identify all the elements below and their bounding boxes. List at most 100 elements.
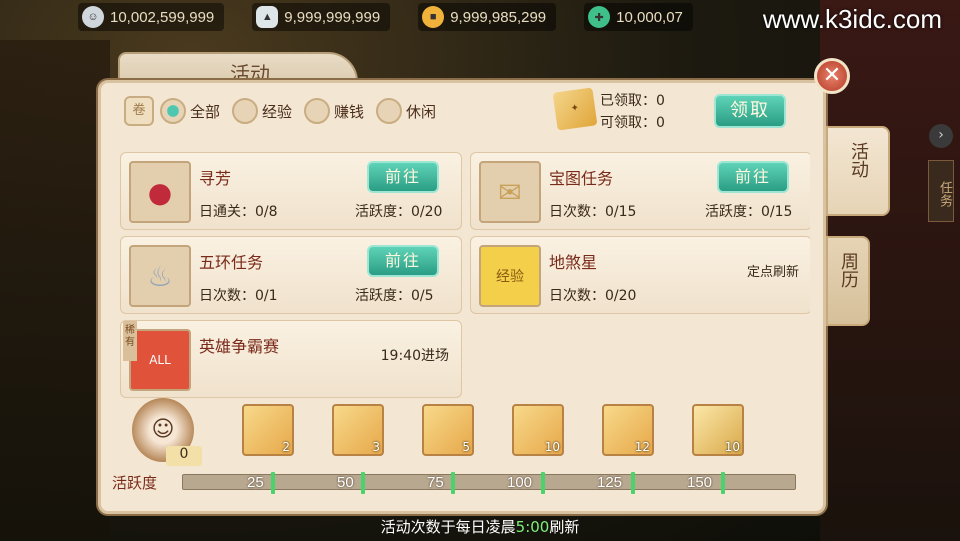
gift-box-icon: ALL [129, 329, 191, 391]
tab-activity[interactable]: 活动 [826, 126, 890, 216]
filter-all[interactable]: 全部 [160, 98, 220, 124]
currency-gold: ■ 9,999,985,299 [418, 3, 557, 31]
watermark: www.k3idc.com [762, 4, 942, 34]
milestone-label: 75 [427, 474, 444, 491]
milestone-tick [271, 472, 275, 494]
filter-label: 赚钱 [334, 102, 365, 121]
notice-prefix: 活动次数于每日凌晨 [380, 518, 516, 536]
goto-button[interactable]: 前往 [367, 161, 439, 193]
radio-selected-icon [160, 98, 186, 124]
chest-count: 10 [724, 440, 740, 454]
chest-count: 3 [372, 440, 380, 454]
reward-box-icon: ✦ [552, 87, 598, 131]
activity-points: 活跃度：0/20 [355, 204, 443, 220]
filter-exp[interactable]: 经验 [232, 98, 292, 124]
tab-weekly-calendar[interactable]: 周历 [826, 236, 870, 326]
daily-count: 日次数：0/15 [549, 204, 637, 220]
activity-bar-label: 活跃度 [112, 474, 158, 492]
red-pouch-icon: ● [129, 161, 191, 223]
tab-label: 周历 [838, 252, 859, 288]
activity-name: 寻芳 [199, 169, 232, 188]
activity-card-xunfang: ● 寻芳 前往 日通关：0/8 活跃度：0/20 [120, 152, 462, 230]
goto-button[interactable]: 前往 [717, 161, 789, 193]
notice-time: 5:00 [515, 518, 550, 536]
claim-button[interactable]: 领取 [714, 94, 786, 128]
activity-name: 宝图任务 [549, 169, 614, 188]
jade-icon: ✚ [588, 6, 611, 28]
filter-badge-icon: 卷 [124, 96, 154, 126]
milestone-tick [451, 472, 455, 494]
refresh-notice: 活动次数于每日凌晨5:00刷新 [0, 516, 960, 537]
radio-icon [304, 98, 331, 124]
milestone-label: 100 [507, 474, 533, 491]
milestone-label: 125 [597, 474, 623, 491]
milestone-tick [361, 472, 365, 494]
currency-value: 9,999,985,299 [450, 8, 547, 26]
activity-list[interactable]: ● 寻芳 前往 日通关：0/8 活跃度：0/20 ✉ 宝图任务 前往 日次数：0… [118, 130, 810, 398]
current-activity-value: 0 [166, 446, 202, 466]
silver-ingot-icon: ▲ [256, 6, 279, 28]
refresh-tag: 定点刷新 [746, 265, 799, 280]
background-left [0, 40, 110, 540]
radio-icon [232, 98, 259, 124]
claim-status: 已领取：0 可领取：0 [600, 90, 665, 134]
radio-icon [376, 98, 403, 124]
filter-label: 经验 [262, 102, 293, 121]
currency-ingot: ▲ 9,999,999,999 [252, 3, 391, 31]
rare-ribbon: 稀有 [123, 321, 137, 361]
milestone-label: 50 [337, 474, 354, 491]
activity-name: 英雄争霸赛 [199, 337, 280, 356]
filter-label: 全部 [190, 102, 221, 121]
exp-gourd-icon: 经验 [479, 245, 541, 307]
reward-chests: 2 3 5 10 12 10 [240, 404, 760, 458]
chest-count: 12 [634, 440, 650, 454]
chest-count: 5 [462, 440, 470, 454]
notice-suffix: 刷新 [549, 518, 580, 536]
activity-card-treasure-map: ✉ 宝图任务 前往 日次数：0/15 活跃度：0/15 [470, 152, 810, 230]
filter-money[interactable]: 赚钱 [304, 98, 364, 124]
currency-jade: ✚ 10,000,07 [584, 3, 693, 31]
filter-row: 卷 全部 经验 赚钱 休闲 [124, 96, 442, 126]
close-button[interactable]: ✕ [814, 58, 850, 94]
activity-name: 地煞星 [549, 253, 598, 272]
activity-points: 活跃度：0/15 [705, 204, 793, 220]
currency-value: 9,999,999,999 [284, 8, 381, 26]
expand-arrow-icon[interactable]: › [929, 124, 953, 148]
silver-bowls-icon: ♨ [129, 245, 191, 307]
reward-chest[interactable]: 2 [242, 404, 294, 456]
gold-coin-icon: ■ [422, 6, 445, 28]
filter-leisure[interactable]: 休闲 [376, 98, 436, 124]
currency-value: 10,000,07 [616, 8, 683, 26]
activity-card-five-rings: ♨ 五环任务 前往 日次数：0/1 活跃度：0/5 [120, 236, 462, 314]
reward-chest[interactable]: 12 [602, 404, 654, 456]
activity-points: 活跃度：0/5 [355, 288, 434, 304]
currency-value: 10,002,599,999 [110, 8, 215, 26]
filter-label: 休闲 [406, 102, 437, 121]
milestone-tick [541, 472, 545, 494]
tab-label: 活动 [848, 142, 869, 178]
milestone-tick [631, 472, 635, 494]
milestone-tick [721, 472, 725, 494]
activity-name: 五环任务 [199, 253, 264, 272]
currency-silver: ☺ 10,002,599,999 [78, 3, 225, 31]
reward-chest[interactable]: 3 [332, 404, 384, 456]
milestone-label: 150 [687, 474, 713, 491]
activity-card-disha: 经验 地煞星 定点刷新 日次数：0/20 [470, 236, 810, 314]
daily-count: 日次数：0/20 [549, 288, 637, 304]
activity-card-hero-contest: ALL 稀有 英雄争霸赛 19:40进场 [120, 320, 462, 398]
activity-progress-bar: 25 50 75 100 125 150 [182, 472, 796, 494]
task-tab[interactable]: 任务 [928, 160, 954, 222]
treasure-map-icon: ✉ [479, 161, 541, 223]
daily-count: 日次数：0/1 [199, 288, 278, 304]
entry-time: 19:40进场 [380, 348, 449, 364]
goto-button[interactable]: 前往 [367, 245, 439, 277]
reward-chest[interactable]: 10 [512, 404, 564, 456]
reward-chest[interactable]: 5 [422, 404, 474, 456]
reward-chest[interactable]: 10 [692, 404, 744, 456]
silver-coin-icon: ☺ [82, 6, 104, 28]
claimed-count: 已领取：0 [600, 93, 665, 109]
chest-count: 10 [544, 440, 560, 454]
milestone-label: 25 [247, 474, 264, 491]
daily-count: 日通关：0/8 [199, 204, 278, 220]
chest-count: 2 [282, 440, 290, 454]
